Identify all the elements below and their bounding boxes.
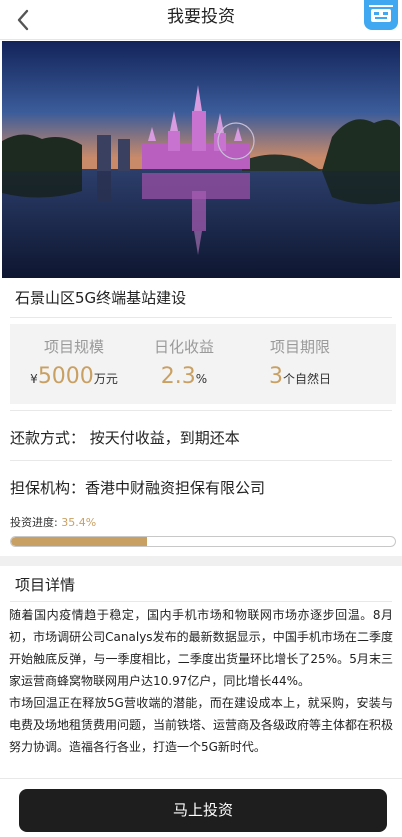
stat-unit: % xyxy=(195,372,208,386)
stat-value: ¥5000万元 xyxy=(10,364,138,389)
divider xyxy=(10,410,392,411)
section-gap xyxy=(0,556,402,566)
progress-bar-fill xyxy=(11,537,147,546)
project-stats-panel: 项目规模 ¥5000万元 日化收益 2.3% 项目期限 3个自然日 xyxy=(10,324,396,404)
stat-value: 2.3% xyxy=(120,364,248,389)
service-badge-icon xyxy=(369,5,393,22)
invest-now-button[interactable]: 马上投资 xyxy=(19,789,387,832)
detail-content: 随着国内疫情趋于稳定，国内手机市场和物联网市场亦逐步回温。8月初，市场调研公司C… xyxy=(9,604,393,758)
guarantor-institution: 担保机构：香港中财融资担保有限公司 xyxy=(10,479,266,497)
stat-number: 2.3 xyxy=(160,364,196,389)
divider xyxy=(10,601,392,602)
divider xyxy=(10,460,392,461)
stat-value: 3个自然日 xyxy=(236,364,364,389)
stat-number: 3 xyxy=(268,364,283,389)
stat-label: 项目规模 xyxy=(43,338,104,356)
divider xyxy=(0,778,402,779)
stat-unit: 个自然日 xyxy=(282,372,331,386)
detail-title: 项目详情 xyxy=(15,576,76,594)
progress-caption: 投资进度: xyxy=(10,516,58,529)
stat-unit: 万元 xyxy=(93,372,118,386)
progress-bar xyxy=(10,536,396,547)
stat-label: 项目期限 xyxy=(269,338,330,356)
stat-number: 5000 xyxy=(37,364,94,389)
stat-label: 日化收益 xyxy=(153,338,214,356)
progress-label: 投资进度: 35.4% xyxy=(10,514,96,530)
progress-percent: 35.4% xyxy=(61,516,97,529)
service-badge-button[interactable] xyxy=(364,0,398,30)
detail-paragraph: 随着国内疫情趋于稳定，国内手机市场和物联网市场亦逐步回温。8月初，市场调研公司C… xyxy=(9,608,393,688)
project-hero-image xyxy=(2,41,400,278)
header-bar: 我要投资 xyxy=(0,0,402,40)
divider xyxy=(10,317,392,318)
repayment-method: 还款方式： 按天付收益，到期还本 xyxy=(10,429,240,447)
currency-symbol: ¥ xyxy=(30,372,38,386)
page-title: 我要投资 xyxy=(167,7,235,27)
detail-paragraph: 市场回温正在释放5G营收端的潜能，而在建设成本上，就采购，安装与电费及场地租赁费… xyxy=(9,696,394,754)
project-name: 石景山区5G终端基站建设 xyxy=(15,289,187,307)
